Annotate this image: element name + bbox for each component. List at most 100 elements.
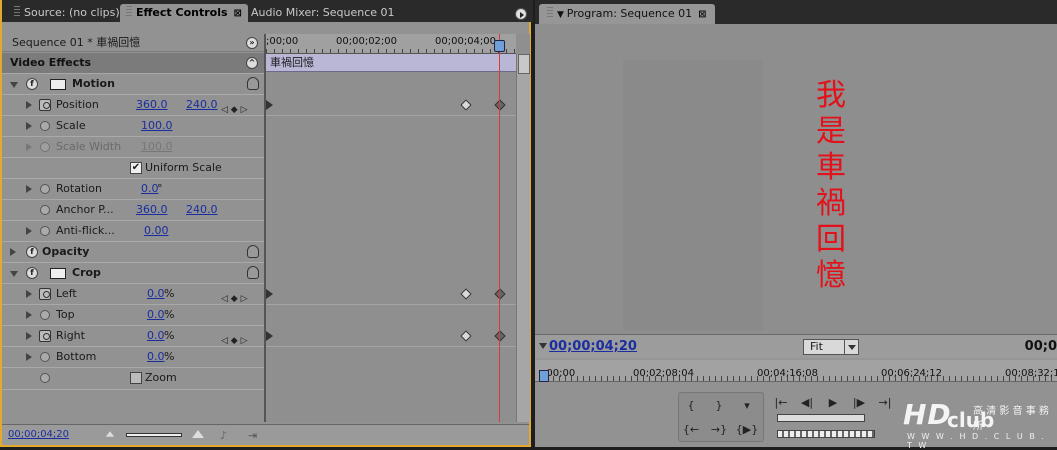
stopwatch-icon[interactable] (39, 288, 51, 300)
step-forward-icon[interactable]: |▶ (847, 394, 871, 412)
scale-label: Scale (56, 119, 86, 132)
program-monitor-panel: ▼ Program: Sequence 01 ⊠ 我 是 車 禍 回 憶 00;0… (535, 0, 1057, 450)
position-y-value[interactable]: 240.0 (186, 95, 218, 115)
rotation-label: Rotation (56, 182, 103, 195)
stopwatch-icon[interactable] (40, 205, 50, 215)
zoom-in-icon[interactable] (192, 430, 204, 438)
tab-program[interactable]: ▼ Program: Sequence 01 ⊠ (539, 4, 715, 24)
mark-in-icon[interactable]: { (679, 397, 703, 415)
stopwatch-icon[interactable] (40, 352, 50, 362)
position-x-value[interactable]: 360.0 (136, 95, 168, 115)
stopwatch-icon[interactable] (40, 184, 50, 194)
jog-slider[interactable] (777, 414, 865, 422)
tab-close-icon[interactable]: ⊠ (234, 8, 242, 19)
stopwatch-icon[interactable] (39, 99, 51, 111)
collapse-icon[interactable]: ^ (246, 57, 258, 69)
opacity-row[interactable]: f Opacity (2, 242, 264, 263)
go-to-out-icon[interactable]: →} (707, 421, 731, 439)
mark-out-icon[interactable]: } (707, 397, 731, 415)
twirl-right-icon[interactable] (26, 353, 32, 361)
scale-value[interactable]: 100.0 (141, 116, 173, 136)
step-forward-edit-icon[interactable]: →| (873, 394, 897, 412)
stopwatch-icon[interactable] (40, 121, 50, 131)
fx-toggle-icon[interactable]: f (26, 78, 38, 90)
program-timecode[interactable]: 00;00;04;20 (549, 339, 637, 354)
marker-button-group: { } ▾ {← →} {▶} (678, 392, 764, 442)
anchor-y-value[interactable]: 240.0 (186, 200, 218, 220)
reset-icon[interactable] (247, 77, 259, 90)
playhead-handle-icon[interactable] (539, 370, 549, 382)
audio-icon[interactable]: ♪ (220, 429, 227, 442)
tab-audio-mixer[interactable]: Audio Mixer: Sequence 01 (245, 4, 401, 22)
zoom-checkbox[interactable] (130, 372, 142, 384)
crop-row[interactable]: f Crop (2, 263, 264, 284)
anti-flicker-value[interactable]: 0.00 (144, 221, 169, 241)
zoom-slider[interactable] (126, 433, 182, 437)
rotation-value[interactable]: 0.0 (141, 179, 159, 199)
play-in-to-out-icon[interactable]: {▶} (735, 421, 759, 439)
tab-source[interactable]: Source: (no clips) (8, 4, 126, 22)
twirl-right-icon[interactable] (26, 311, 32, 319)
step-back-icon[interactable]: ◀| (795, 394, 819, 412)
reset-icon[interactable] (247, 245, 259, 258)
export-icon[interactable]: ⇥ (248, 429, 257, 442)
twirl-down-icon[interactable] (10, 271, 18, 277)
clip-bar[interactable]: 車禍回憶 (266, 54, 516, 72)
playhead-line[interactable] (499, 34, 500, 422)
crop-left-row: Left 0.0 % ◁ ◆ ▷ (2, 284, 264, 305)
tab-close-icon[interactable]: ⊠ (698, 9, 706, 20)
effect-time-ruler[interactable]: ;00;00 00;00;02;00 00;00;04;00 (266, 34, 516, 54)
twirl-right-icon[interactable] (10, 248, 16, 256)
keyframe-icon[interactable] (460, 288, 472, 300)
percent-unit: % (164, 329, 175, 342)
stopwatch-icon[interactable] (40, 226, 50, 236)
uniform-scale-row: ✔ Uniform Scale (2, 158, 264, 179)
show-timeline-icon[interactable]: » (246, 37, 258, 49)
uniform-scale-checkbox[interactable]: ✔ (130, 162, 142, 174)
keyframe-icon[interactable] (460, 99, 472, 111)
twirl-right-icon[interactable] (26, 332, 32, 340)
shuttle-control[interactable] (777, 430, 875, 438)
stopwatch-icon[interactable] (40, 373, 50, 383)
fit-dropdown[interactable]: Fit (803, 339, 859, 355)
keyframe-icon[interactable] (494, 99, 506, 111)
zoom-out-icon[interactable] (105, 431, 115, 437)
vertical-scrollbar[interactable] (516, 54, 530, 422)
stopwatch-icon[interactable] (39, 330, 51, 342)
anchor-x-value[interactable]: 360.0 (136, 200, 168, 220)
crop-bottom-value[interactable]: 0.0 (147, 347, 165, 367)
go-to-in-icon[interactable]: {← (679, 421, 703, 439)
play-icon[interactable]: ▶ (821, 394, 845, 412)
zoom-row: Zoom (2, 368, 264, 390)
position-row: Position 360.0 240.0 ◁ ◆ ▷ (2, 95, 264, 116)
twirl-right-icon[interactable] (26, 101, 32, 109)
crop-top-value[interactable]: 0.0 (147, 305, 165, 325)
fx-toggle-icon[interactable]: f (26, 267, 38, 279)
scrollbar-thumb[interactable] (518, 54, 530, 74)
twirl-right-icon[interactable] (26, 185, 32, 193)
keyframe-start-icon (266, 100, 273, 110)
timecode-menu-icon[interactable] (539, 343, 547, 349)
effect-timeline[interactable]: ;00;00 00;00;02;00 00;00;04;00 車禍回憶 (266, 34, 530, 422)
keyframe-icon[interactable] (494, 330, 506, 342)
crop-left-value[interactable]: 0.0 (147, 284, 165, 304)
twirl-down-icon[interactable] (10, 82, 18, 88)
twirl-right-icon[interactable] (26, 227, 32, 235)
twirl-right-icon[interactable] (26, 122, 32, 130)
keyframe-icon[interactable] (460, 330, 472, 342)
reset-icon[interactable] (247, 266, 259, 279)
stopwatch-icon[interactable] (40, 310, 50, 320)
twirl-right-icon[interactable] (26, 290, 32, 298)
tab-effect-controls[interactable]: Effect Controls ⊠ (120, 4, 248, 22)
motion-row[interactable]: f Motion (2, 74, 264, 95)
tab-menu-icon[interactable]: ▼ (557, 10, 567, 20)
fx-toggle-icon[interactable]: f (26, 246, 38, 258)
crop-right-value[interactable]: 0.0 (147, 326, 165, 346)
set-marker-icon[interactable]: ▾ (735, 397, 759, 415)
panel-menu-icon[interactable] (515, 8, 527, 20)
step-back-edit-icon[interactable]: |← (769, 394, 793, 412)
keyframe-icon[interactable] (494, 288, 506, 300)
program-time-ruler[interactable]: ;00;00 00;02;08;04 00;04;16;08 00;06;24;… (535, 360, 1057, 382)
current-timecode[interactable]: 00;00;04;20 (8, 429, 69, 440)
playhead-handle-icon[interactable] (494, 40, 505, 52)
